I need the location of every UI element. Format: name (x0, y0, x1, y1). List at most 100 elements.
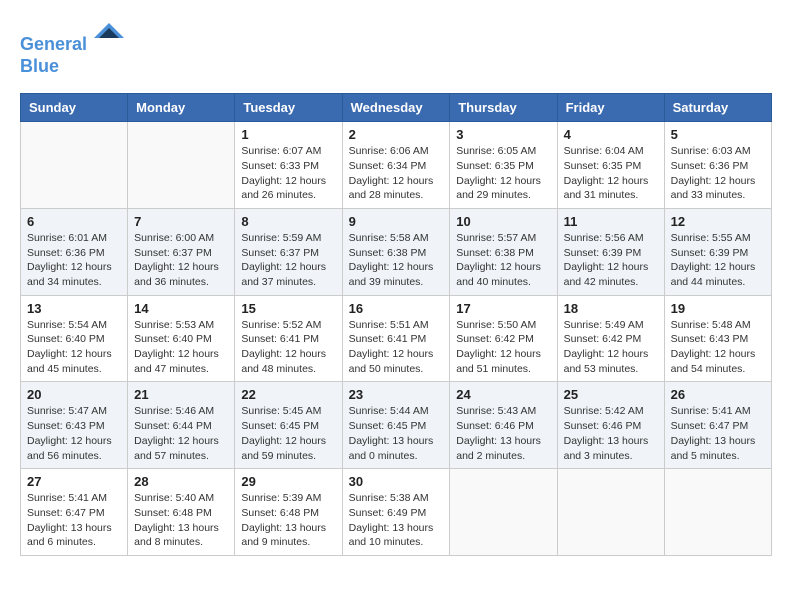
day-info: Sunrise: 5:53 AM Sunset: 6:40 PM Dayligh… (134, 318, 228, 377)
calendar-cell: 29Sunrise: 5:39 AM Sunset: 6:48 PM Dayli… (235, 469, 342, 556)
day-info: Sunrise: 5:51 AM Sunset: 6:41 PM Dayligh… (349, 318, 444, 377)
page-header: General Blue (20, 20, 772, 77)
day-info: Sunrise: 5:46 AM Sunset: 6:44 PM Dayligh… (134, 404, 228, 463)
calendar-week-row: 20 Sunrise: 5:47 AM Sunset: 6:43 PM Dayli… (21, 382, 772, 469)
logo-general: General (20, 34, 87, 54)
day-number: 19 (671, 301, 765, 316)
calendar-cell: 24 Sunrise: 5:43 AM Sunset: 6:46 PM Dayli… (450, 382, 557, 469)
logo-blue: Blue (20, 56, 59, 76)
day-info: Sunrise: 6:00 AM Sunset: 6:37 PM Dayligh… (134, 231, 228, 290)
day-info: Sunrise: 6:04 AM Sunset: 6:35 PM Dayligh… (564, 144, 658, 203)
day-number: 1 (241, 127, 335, 142)
calendar-cell: 23 Sunrise: 5:44 AM Sunset: 6:45 PM Dayli… (342, 382, 450, 469)
calendar-week-row: 13 Sunrise: 5:54 AM Sunset: 6:40 PM Dayli… (21, 295, 772, 382)
calendar-cell: 6 Sunrise: 6:01 AM Sunset: 6:36 PM Daylig… (21, 208, 128, 295)
day-number: 4 (564, 127, 658, 142)
day-number: 3 (456, 127, 550, 142)
day-of-week-header: Monday (128, 94, 235, 122)
calendar-cell: 17 Sunrise: 5:50 AM Sunset: 6:42 PM Dayli… (450, 295, 557, 382)
calendar-cell: 22 Sunrise: 5:45 AM Sunset: 6:45 PM Dayli… (235, 382, 342, 469)
calendar-cell: 25 Sunrise: 5:42 AM Sunset: 6:46 PM Dayli… (557, 382, 664, 469)
day-info: Sunrise: 5:55 AM Sunset: 6:39 PM Dayligh… (671, 231, 765, 290)
day-info: Sunrise: 6:01 AM Sunset: 6:36 PM Dayligh… (27, 231, 121, 290)
logo-icon (94, 18, 124, 48)
day-number: 2 (349, 127, 444, 142)
calendar-week-row: 27 Sunrise: 5:41 AM Sunset: 6:47 PM Dayli… (21, 469, 772, 556)
calendar-week-row: 6 Sunrise: 6:01 AM Sunset: 6:36 PM Daylig… (21, 208, 772, 295)
day-number: 20 (27, 387, 121, 402)
day-number: 18 (564, 301, 658, 316)
day-number: 13 (27, 301, 121, 316)
calendar-cell: 18 Sunrise: 5:49 AM Sunset: 6:42 PM Dayli… (557, 295, 664, 382)
day-number: 22 (241, 387, 335, 402)
day-info: Sunrise: 5:42 AM Sunset: 6:46 PM Dayligh… (564, 404, 658, 463)
day-number: 11 (564, 214, 658, 229)
day-number: 10 (456, 214, 550, 229)
calendar-cell: 8Sunrise: 5:59 AM Sunset: 6:37 PM Daylig… (235, 208, 342, 295)
calendar-header-row: SundayMondayTuesdayWednesdayThursdayFrid… (21, 94, 772, 122)
day-number: 9 (349, 214, 444, 229)
calendar-cell: 15 Sunrise: 5:52 AM Sunset: 6:41 PM Dayli… (235, 295, 342, 382)
calendar-cell (21, 122, 128, 209)
day-info: Sunrise: 5:41 AM Sunset: 6:47 PM Dayligh… (27, 491, 121, 550)
day-info: Sunrise: 5:50 AM Sunset: 6:42 PM Dayligh… (456, 318, 550, 377)
day-of-week-header: Friday (557, 94, 664, 122)
day-number: 27 (27, 474, 121, 489)
day-info: Sunrise: 5:52 AM Sunset: 6:41 PM Dayligh… (241, 318, 335, 377)
day-info: Sunrise: 5:58 AM Sunset: 6:38 PM Dayligh… (349, 231, 444, 290)
day-info: Sunrise: 5:43 AM Sunset: 6:46 PM Dayligh… (456, 404, 550, 463)
day-info: Sunrise: 5:45 AM Sunset: 6:45 PM Dayligh… (241, 404, 335, 463)
day-info: Sunrise: 5:48 AM Sunset: 6:43 PM Dayligh… (671, 318, 765, 377)
calendar-cell: 14 Sunrise: 5:53 AM Sunset: 6:40 PM Dayli… (128, 295, 235, 382)
day-info: Sunrise: 5:54 AM Sunset: 6:40 PM Dayligh… (27, 318, 121, 377)
calendar-cell (128, 122, 235, 209)
day-info: Sunrise: 6:06 AM Sunset: 6:34 PM Dayligh… (349, 144, 444, 203)
day-info: Sunrise: 6:07 AM Sunset: 6:33 PM Dayligh… (241, 144, 335, 203)
calendar-cell: 1 Sunrise: 6:07 AM Sunset: 6:33 PM Daylig… (235, 122, 342, 209)
day-info: Sunrise: 5:56 AM Sunset: 6:39 PM Dayligh… (564, 231, 658, 290)
day-number: 5 (671, 127, 765, 142)
calendar-cell: 2 Sunrise: 6:06 AM Sunset: 6:34 PM Daylig… (342, 122, 450, 209)
day-info: Sunrise: 5:41 AM Sunset: 6:47 PM Dayligh… (671, 404, 765, 463)
calendar-cell: 10 Sunrise: 5:57 AM Sunset: 6:38 PM Dayli… (450, 208, 557, 295)
day-info: Sunrise: 5:57 AM Sunset: 6:38 PM Dayligh… (456, 231, 550, 290)
calendar-cell: 28Sunrise: 5:40 AM Sunset: 6:48 PM Dayli… (128, 469, 235, 556)
logo: General Blue (20, 20, 124, 77)
day-info: Sunrise: 5:40 AM Sunset: 6:48 PM Dayligh… (134, 491, 228, 550)
day-of-week-header: Tuesday (235, 94, 342, 122)
calendar-cell (450, 469, 557, 556)
calendar-cell: 26 Sunrise: 5:41 AM Sunset: 6:47 PM Dayli… (664, 382, 771, 469)
calendar-week-row: 1 Sunrise: 6:07 AM Sunset: 6:33 PM Daylig… (21, 122, 772, 209)
calendar-cell: 11 Sunrise: 5:56 AM Sunset: 6:39 PM Dayli… (557, 208, 664, 295)
day-info: Sunrise: 6:05 AM Sunset: 6:35 PM Dayligh… (456, 144, 550, 203)
day-of-week-header: Thursday (450, 94, 557, 122)
day-number: 24 (456, 387, 550, 402)
calendar-cell: 16 Sunrise: 5:51 AM Sunset: 6:41 PM Dayli… (342, 295, 450, 382)
calendar-cell: 19 Sunrise: 5:48 AM Sunset: 6:43 PM Dayli… (664, 295, 771, 382)
calendar-cell: 7 Sunrise: 6:00 AM Sunset: 6:37 PM Daylig… (128, 208, 235, 295)
day-number: 21 (134, 387, 228, 402)
day-info: Sunrise: 5:38 AM Sunset: 6:49 PM Dayligh… (349, 491, 444, 550)
day-number: 15 (241, 301, 335, 316)
day-info: Sunrise: 5:44 AM Sunset: 6:45 PM Dayligh… (349, 404, 444, 463)
calendar-cell (557, 469, 664, 556)
calendar-cell: 5Sunrise: 6:03 AM Sunset: 6:36 PM Daylig… (664, 122, 771, 209)
day-number: 16 (349, 301, 444, 316)
day-number: 7 (134, 214, 228, 229)
day-number: 30 (349, 474, 444, 489)
calendar-cell: 27 Sunrise: 5:41 AM Sunset: 6:47 PM Dayli… (21, 469, 128, 556)
calendar-cell: 30 Sunrise: 5:38 AM Sunset: 6:49 PM Dayli… (342, 469, 450, 556)
day-number: 25 (564, 387, 658, 402)
day-number: 23 (349, 387, 444, 402)
day-info: Sunrise: 5:49 AM Sunset: 6:42 PM Dayligh… (564, 318, 658, 377)
day-number: 14 (134, 301, 228, 316)
calendar-cell: 9 Sunrise: 5:58 AM Sunset: 6:38 PM Daylig… (342, 208, 450, 295)
calendar-cell: 4 Sunrise: 6:04 AM Sunset: 6:35 PM Daylig… (557, 122, 664, 209)
day-number: 26 (671, 387, 765, 402)
calendar-cell: 20 Sunrise: 5:47 AM Sunset: 6:43 PM Dayli… (21, 382, 128, 469)
day-number: 17 (456, 301, 550, 316)
day-number: 6 (27, 214, 121, 229)
calendar-cell: 21 Sunrise: 5:46 AM Sunset: 6:44 PM Dayli… (128, 382, 235, 469)
day-info: Sunrise: 5:47 AM Sunset: 6:43 PM Dayligh… (27, 404, 121, 463)
day-number: 8 (241, 214, 335, 229)
